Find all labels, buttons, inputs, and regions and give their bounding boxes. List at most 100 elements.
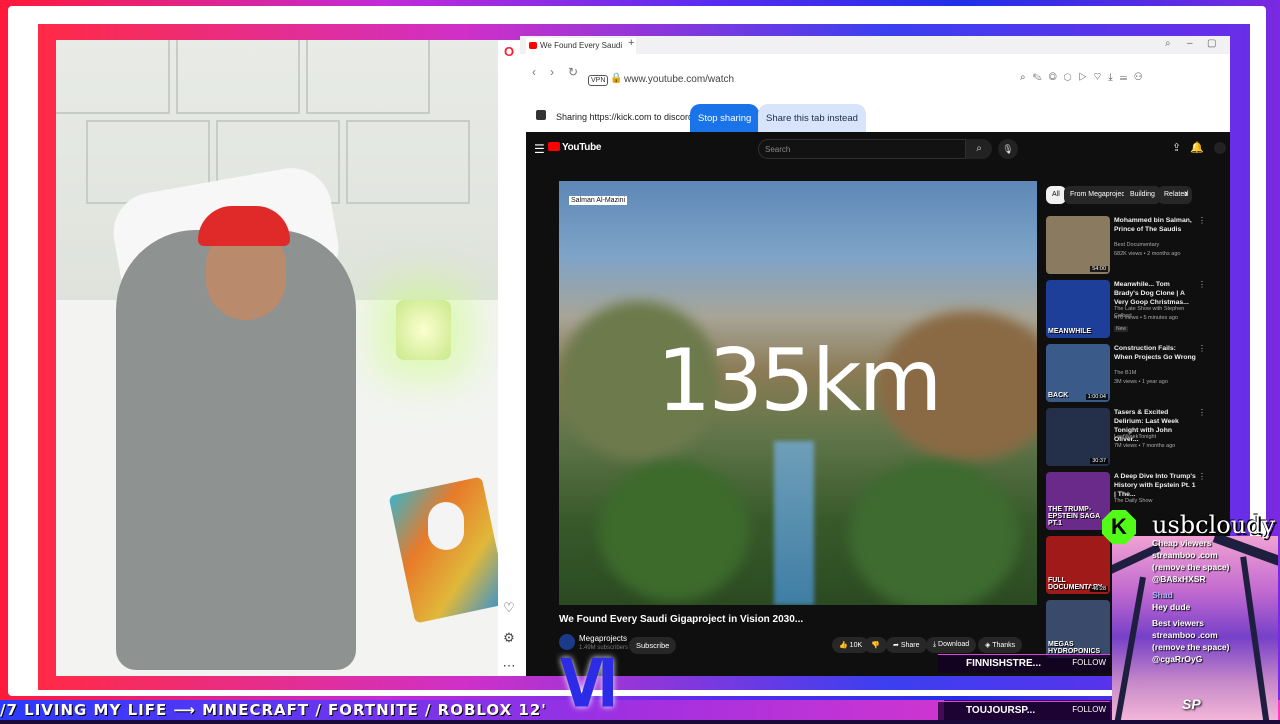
kick-username: usbcloudy	[1152, 511, 1276, 539]
recommendation-title[interactable]: Mohammed bin Salman, Prince of The Saudi…	[1114, 216, 1196, 234]
video-duration: 46:28	[1090, 586, 1108, 592]
back-icon[interactable]: ‹	[532, 65, 536, 79]
recommendation-item[interactable]: 30:37 Tasers & Excited Delirium: Last Wee…	[1046, 408, 1206, 468]
recommendation-stats: 682K views • 2 months ago	[1114, 251, 1181, 257]
recommendation-channel[interactable]: The B1M	[1114, 370, 1198, 377]
download-button[interactable]: ⤓ Download	[926, 637, 977, 653]
new-tab-plus-icon[interactable]: +	[628, 37, 634, 49]
chevron-right-icon[interactable]: ›	[1184, 188, 1188, 200]
follow-name: TOUJOURSP...	[966, 705, 1036, 716]
video-thumbnail[interactable]: MEGAS HYDROPONICS	[1046, 600, 1110, 658]
computer-mouse	[428, 502, 464, 550]
stop-sharing-button[interactable]: Stop sharing	[690, 104, 760, 134]
opera-logo-icon[interactable]: O	[501, 44, 517, 60]
recommendation-channel[interactable]: LastWeekTonight	[1114, 434, 1198, 441]
recommendation-channel[interactable]: Best Documentary	[1114, 242, 1198, 249]
url-field[interactable]: www.youtube.com/watch	[624, 74, 734, 85]
video-thumbnail[interactable]: 54:00	[1046, 216, 1110, 274]
video-thumbnail[interactable]: BACK 1:00:04	[1046, 344, 1110, 402]
address-tool-icons[interactable]: ⌕✎◎⬡▷♡⤓☰⚇	[1020, 72, 1149, 83]
kick-username-badge: K usbcloudy	[1102, 510, 1280, 544]
browser-sidebar: O ♡ ⚙ ⋯	[498, 40, 521, 676]
sp-logo: SP	[1182, 696, 1201, 712]
tab-title: We Found Every Saudi	[540, 41, 623, 50]
address-bar: ‹ › ↻ VPN 🔒 www.youtube.com/watch ⌕✎◎⬡▷♡…	[520, 58, 1230, 88]
thanks-label: Thanks	[992, 642, 1016, 649]
more-options-icon[interactable]: ⋮	[1198, 280, 1206, 289]
palm-trunk	[1114, 576, 1146, 720]
settings-gear-icon[interactable]: ⚙	[501, 630, 517, 646]
maximize-icon[interactable]: ▢	[1207, 38, 1216, 49]
chip-building[interactable]: Building	[1124, 186, 1161, 204]
thumbnail-text: MEGAS HYDROPONICS	[1048, 641, 1101, 655]
follow-button[interactable]: FOLLOW	[1072, 705, 1106, 714]
lock-icon[interactable]: 🔒	[610, 73, 622, 84]
share-screen-icon	[536, 110, 546, 120]
dislike-button[interactable]: 👎	[864, 637, 887, 653]
more-options-icon[interactable]: ⋮	[1198, 344, 1206, 353]
more-dots-icon[interactable]: ⋯	[501, 658, 517, 674]
video-player[interactable]: Salman Al-Mazini 135km	[559, 181, 1037, 605]
video-title: We Found Every Saudi Gigaproject in Visi…	[559, 614, 804, 625]
recommendation-title[interactable]: Construction Fails: When Projects Go Wro…	[1114, 344, 1196, 362]
follow-button[interactable]: FOLLOW	[1072, 658, 1106, 667]
follow-name: FINNISHSTRE...	[966, 658, 1042, 669]
chip-all[interactable]: All	[1046, 186, 1066, 204]
video-thumbnail[interactable]: THE TRUMP-EPSTEIN SAGA PT.1	[1046, 472, 1110, 530]
more-options-icon[interactable]: ⋮	[1198, 408, 1206, 417]
overlay-logo: VI	[560, 645, 618, 724]
tab-youtube[interactable]: We Found Every Saudi	[526, 38, 636, 54]
more-options-icon[interactable]: ⋮	[1198, 216, 1206, 225]
video-duration: 30:37	[1090, 458, 1108, 464]
search-input[interactable]: Search	[758, 139, 966, 159]
recommendation-stats: 7M views • 7 months ago	[1114, 443, 1176, 449]
recommendation-item[interactable]: 54:00 Mohammed bin Salman, Prince of The …	[1046, 216, 1206, 276]
thumbnail-text: MEANWHILE	[1048, 328, 1092, 335]
search-icon[interactable]: ⌕	[966, 139, 992, 159]
microphone-icon[interactable]: 🎙	[998, 139, 1018, 159]
upload-icon[interactable]: ⇪	[1172, 141, 1181, 154]
video-overlay-text: 135km	[656, 331, 943, 431]
reload-icon[interactable]: ↻	[568, 65, 578, 79]
recommendation-channel[interactable]: The Daily Show	[1114, 498, 1198, 505]
notifications-bell-icon[interactable]: 🔔	[1190, 141, 1204, 154]
ticker-text: /7 LIVING MY LIFE ⟶ MINECRAFT / FORTNITE…	[0, 701, 547, 719]
thumbs-up-icon: 👍	[839, 642, 850, 649]
chat-message: Best viewers	[1152, 618, 1204, 628]
youtube-logo[interactable]: YouTube	[548, 142, 602, 153]
forward-icon[interactable]: ›	[550, 65, 554, 79]
subscribe-button[interactable]: Subscribe	[629, 637, 677, 654]
video-thumbnail[interactable]: FULL DOCUMENTARY 46:28	[1046, 536, 1110, 594]
wall-tile	[176, 40, 300, 114]
heart-icon[interactable]: ♡	[501, 600, 517, 616]
share-this-tab-button[interactable]: Share this tab instead	[758, 104, 866, 134]
thumbs-down-icon: 👎	[871, 642, 880, 649]
youtube-logo-text: YouTube	[562, 142, 602, 153]
video-duration: 1:00:04	[1085, 394, 1108, 400]
recommendation-title[interactable]: Meanwhile... Tom Brady's Dog Clone | A V…	[1114, 280, 1196, 307]
recommendation-title[interactable]: A Deep Dive Into Trump's History with Ep…	[1114, 472, 1196, 499]
wall-tile	[346, 120, 470, 204]
video-thumbnail[interactable]: MEANWHILE	[1046, 280, 1110, 338]
video-duration: 54:00	[1090, 266, 1108, 272]
palm-trunk	[1240, 556, 1270, 720]
share-button[interactable]: ➦ Share	[886, 637, 927, 653]
minimize-icon[interactable]: –	[1187, 38, 1193, 49]
avatar[interactable]	[1214, 142, 1226, 154]
youtube-play-icon	[548, 142, 560, 151]
thanks-button[interactable]: ◈ Thanks	[978, 637, 1023, 653]
recommendation-item[interactable]: MEANWHILE Meanwhile... Tom Brady's Dog Cl…	[1046, 280, 1206, 340]
vpn-badge[interactable]: VPN	[588, 75, 609, 86]
chat-message: (remove the space)	[1152, 642, 1230, 652]
hamburger-menu-icon[interactable]: ☰	[534, 142, 545, 156]
water-channel	[774, 441, 814, 605]
red-cap	[198, 206, 290, 246]
chat-message: @BA8xHXSR	[1152, 574, 1206, 584]
video-thumbnail[interactable]: 30:37	[1046, 408, 1110, 466]
kick-logo-icon: K	[1102, 510, 1136, 544]
search-tabs-icon[interactable]: ⌕	[1165, 38, 1171, 49]
tab-bar: We Found Every Saudi + ⌕ – ▢	[520, 36, 1230, 54]
channel-name[interactable]: Megaprojects	[579, 634, 627, 643]
more-options-icon[interactable]: ⋮	[1198, 472, 1206, 481]
recommendation-item[interactable]: BACK 1:00:04 Construction Fails: When Proj…	[1046, 344, 1206, 404]
